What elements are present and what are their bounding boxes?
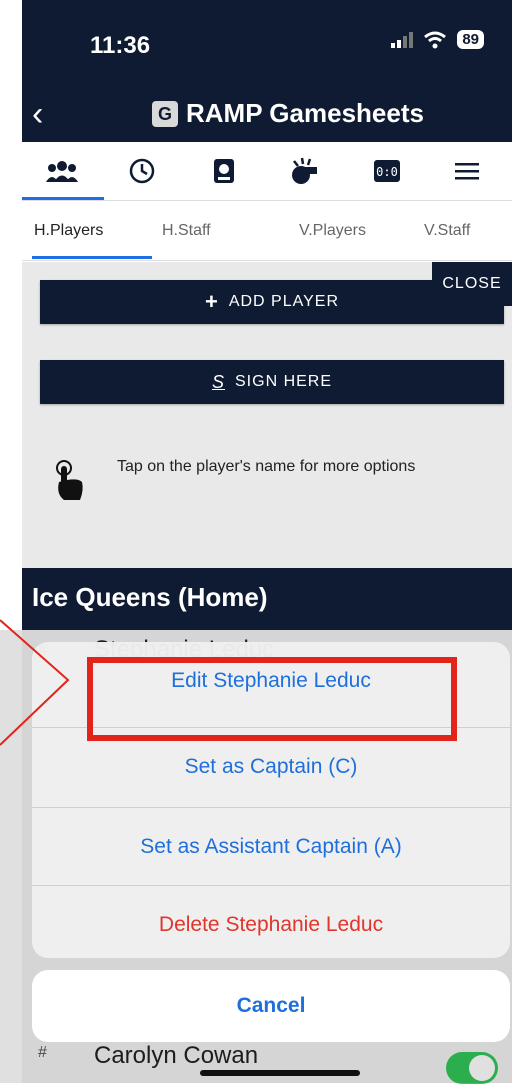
signal-icon — [391, 31, 414, 48]
tab-penalties[interactable] — [265, 142, 345, 200]
add-player-label: ADD PLAYER — [228, 293, 340, 310]
back-chevron-icon[interactable]: ‹ — [32, 94, 43, 134]
active-tab-indicator — [22, 197, 104, 200]
cancel-button[interactable]: Cancel — [32, 970, 510, 1042]
hint-text: Tap on the player's name for more option… — [117, 458, 416, 475]
signature-icon: S — [211, 371, 225, 392]
tab-clock[interactable] — [102, 142, 182, 200]
plus-icon: + — [204, 289, 219, 314]
tab-menu[interactable] — [427, 142, 507, 200]
status-time: 11:36 — [90, 32, 151, 59]
app-logo: G — [152, 101, 178, 127]
sign-here-label: SIGN HERE — [235, 373, 333, 390]
home-indicator — [200, 1070, 360, 1076]
delete-player-action[interactable]: Delete Stephanie Leduc — [32, 885, 510, 958]
wifi-icon — [424, 31, 447, 48]
callout-lines — [0, 619, 70, 746]
sign-here-button[interactable]: S SIGN HERE — [40, 360, 504, 404]
tab-score[interactable]: 0:0 — [347, 142, 427, 200]
roster-subtabs: H.Players H.Staff V.Players V.Staff — [22, 202, 512, 261]
svg-text:0:0: 0:0 — [376, 165, 398, 179]
scoreboard-icon: 0:0 — [374, 160, 400, 182]
highlight-box — [87, 657, 457, 741]
tap-hand-icon — [52, 458, 86, 507]
status-bar: 11:36 89 — [22, 0, 512, 90]
team-header: Ice Queens (Home) — [22, 568, 512, 630]
nav-bar: ‹ G RAMP Gamesheets — [22, 90, 512, 142]
clock-icon — [129, 158, 155, 184]
battery-indicator: 89 — [457, 30, 484, 49]
goalie-icon — [214, 159, 234, 183]
subtab-visitor-players[interactable]: V.Players — [299, 222, 366, 240]
whistle-icon — [292, 157, 317, 184]
players-icon — [46, 161, 78, 182]
app-title: RAMP Gamesheets — [186, 98, 424, 128]
subtab-home-staff[interactable]: H.Staff — [162, 222, 211, 240]
close-button[interactable]: CLOSE — [432, 262, 512, 306]
subtab-visitor-staff[interactable]: V.Staff — [424, 222, 470, 240]
tab-players[interactable] — [22, 142, 102, 200]
active-subtab-indicator — [32, 256, 152, 259]
tab-goalie[interactable] — [184, 142, 264, 200]
subtab-home-players[interactable]: H.Players — [34, 222, 103, 240]
status-icons: 89 — [391, 30, 484, 49]
icon-tab-bar: 0:0 — [22, 142, 512, 201]
roster-actions-area: + ADD PLAYER S SIGN HERE Tap on the play… — [22, 262, 512, 568]
set-assistant-captain-action[interactable]: Set as Assistant Captain (A) — [32, 807, 510, 886]
menu-icon — [455, 163, 479, 180]
